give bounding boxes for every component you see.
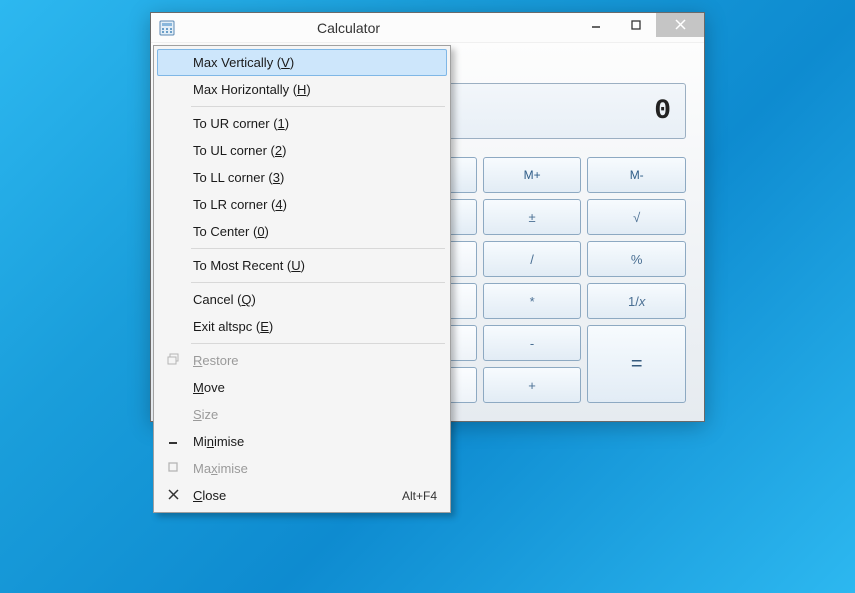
close-shortcut: Alt+F4 bbox=[402, 489, 437, 503]
menu-separator bbox=[191, 282, 445, 283]
menu-minimise[interactable]: Minimise bbox=[157, 428, 447, 455]
key-divide[interactable]: / bbox=[483, 241, 582, 277]
menu-maximise: Maximise bbox=[157, 455, 447, 482]
display-value: 0 bbox=[654, 96, 671, 127]
menu-restore: Restore bbox=[157, 347, 447, 374]
menu-separator bbox=[191, 343, 445, 344]
key-reciprocal-label: 1/x bbox=[628, 294, 645, 309]
menu-to-center[interactable]: To Center (0) bbox=[157, 218, 447, 245]
key-multiply[interactable]: * bbox=[483, 283, 582, 319]
key-mminus[interactable]: M- bbox=[587, 157, 686, 193]
menu-close[interactable]: Close Alt+F4 bbox=[157, 482, 447, 509]
key-add[interactable]: + bbox=[483, 367, 582, 403]
key-mplus[interactable]: M+ bbox=[483, 157, 582, 193]
restore-icon bbox=[165, 353, 181, 368]
menu-exit-altspc[interactable]: Exit altspc (E) bbox=[157, 313, 447, 340]
key-equals[interactable]: = bbox=[587, 325, 686, 403]
minimize-icon bbox=[165, 434, 181, 449]
close-icon bbox=[165, 489, 181, 503]
maximize-button[interactable] bbox=[616, 13, 656, 37]
menu-to-most-recent[interactable]: To Most Recent (U) bbox=[157, 252, 447, 279]
titlebar[interactable]: Calculator bbox=[151, 13, 704, 43]
key-reciprocal[interactable]: 1/x bbox=[587, 283, 686, 319]
window-title: Calculator bbox=[121, 20, 576, 36]
menu-separator bbox=[191, 248, 445, 249]
close-button[interactable] bbox=[656, 13, 704, 37]
menu-to-lr-corner[interactable]: To LR corner (4) bbox=[157, 191, 447, 218]
menu-to-ul-corner[interactable]: To UL corner (2) bbox=[157, 137, 447, 164]
menu-size: Size bbox=[157, 401, 447, 428]
menu-to-ll-corner[interactable]: To LL corner (3) bbox=[157, 164, 447, 191]
system-menu: Max Vertically (V) Max Horizontally (H) … bbox=[153, 45, 451, 513]
menu-move[interactable]: Move bbox=[157, 374, 447, 401]
minimize-button[interactable] bbox=[576, 13, 616, 37]
menu-cancel[interactable]: Cancel (Q) bbox=[157, 286, 447, 313]
menu-max-vertically[interactable]: Max Vertically (V) bbox=[157, 49, 447, 76]
menu-separator bbox=[191, 106, 445, 107]
window-controls bbox=[576, 13, 704, 37]
key-subtract[interactable]: - bbox=[483, 325, 582, 361]
key-percent[interactable]: % bbox=[587, 241, 686, 277]
maximize-icon bbox=[165, 461, 181, 476]
key-plusminus[interactable]: ± bbox=[483, 199, 582, 235]
menu-to-ur-corner[interactable]: To UR corner (1) bbox=[157, 110, 447, 137]
key-sqrt[interactable]: √ bbox=[587, 199, 686, 235]
menu-max-horizontally[interactable]: Max Horizontally (H) bbox=[157, 76, 447, 103]
